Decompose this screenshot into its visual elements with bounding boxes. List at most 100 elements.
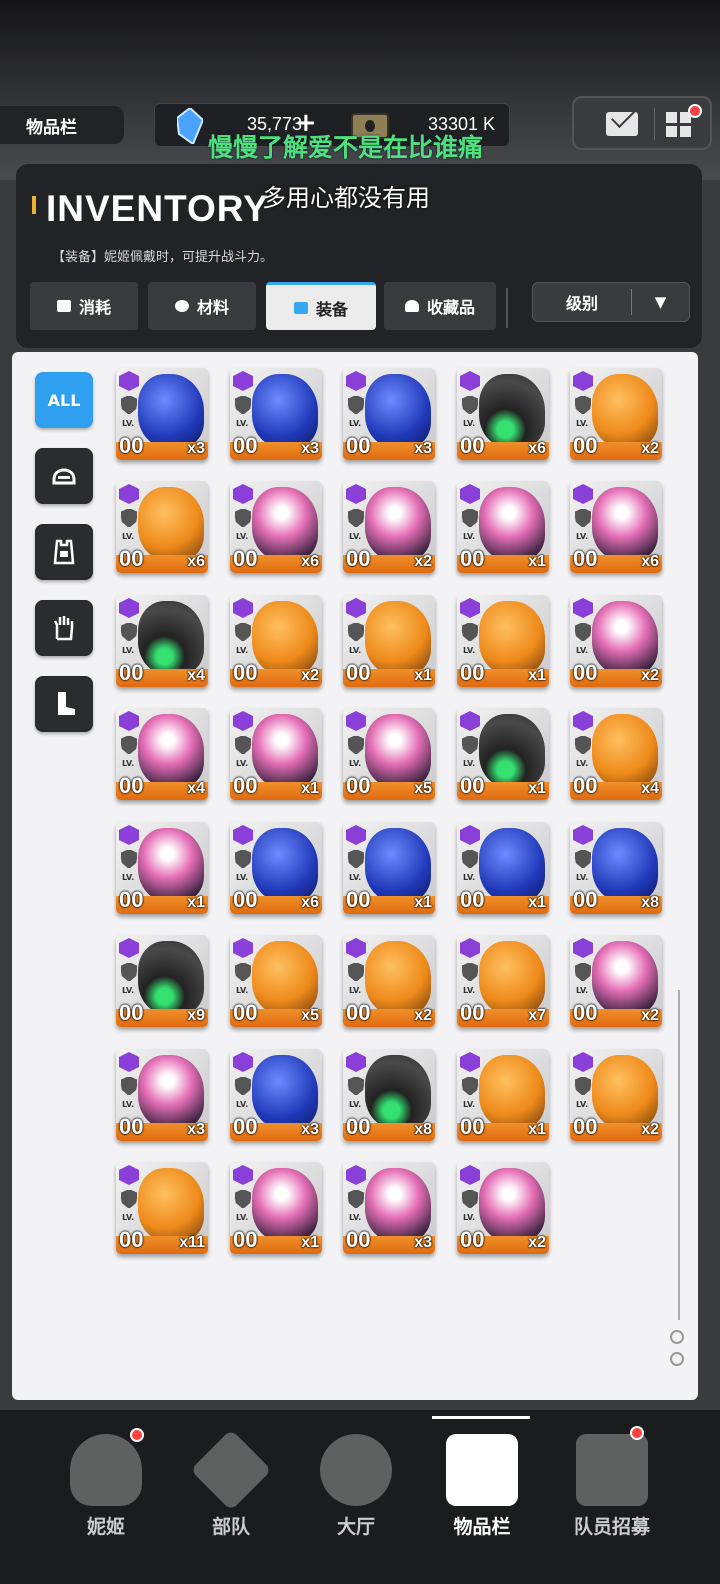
level-prefix: LV. — [576, 646, 589, 655]
equipment-item[interactable]: LV. 00 x2 — [230, 595, 322, 687]
nav-lobby[interactable]: 大厅 — [284, 1420, 428, 1560]
level-prefix: LV. — [236, 532, 249, 541]
level-prefix: LV. — [122, 1213, 135, 1222]
level-prefix: LV. — [236, 1213, 249, 1222]
item-level: 00 — [573, 773, 598, 798]
manufacturer-icon — [574, 962, 592, 982]
equipment-image — [252, 714, 318, 788]
mail-icon[interactable] — [606, 112, 638, 136]
recruit-icon — [576, 1434, 648, 1506]
sort-dropdown[interactable]: 级别 ▼ — [532, 282, 690, 322]
equipment-image — [365, 941, 431, 1015]
equipment-item[interactable]: LV. 00 x1 — [230, 708, 322, 800]
equipment-item[interactable]: LV. 00 x4 — [116, 708, 208, 800]
manufacturer-icon — [347, 849, 365, 869]
equipment-item[interactable]: LV. 00 x1 — [457, 708, 549, 800]
equipment-item[interactable]: LV. 00 x6 — [116, 481, 208, 573]
nav-inventory[interactable]: 物品栏 — [410, 1420, 554, 1560]
rarity-badge-icon — [233, 598, 253, 618]
tab-collection[interactable]: 收藏品 — [384, 282, 496, 330]
tab-material[interactable]: 材料 — [148, 282, 256, 330]
equipment-item[interactable]: LV. 00 x2 — [570, 935, 662, 1027]
notification-dot — [630, 1426, 644, 1440]
manufacturer-icon — [234, 1076, 252, 1096]
equipment-item[interactable]: LV. 00 x3 — [116, 1049, 208, 1141]
manufacturer-icon — [461, 1076, 479, 1096]
equipment-item[interactable]: LV. 00 x1 — [230, 1162, 322, 1254]
equipment-item[interactable]: LV. 00 x8 — [570, 822, 662, 914]
scrollbar[interactable] — [678, 990, 680, 1320]
filter-boot-button[interactable] — [35, 676, 93, 732]
equipment-image — [479, 1055, 545, 1129]
manufacturer-icon — [120, 849, 138, 869]
rarity-badge-icon — [346, 1165, 366, 1185]
item-level: 00 — [346, 1227, 371, 1252]
equipment-item[interactable]: LV. 00 x2 — [457, 1162, 549, 1254]
level-prefix: LV. — [122, 759, 135, 768]
equipment-item[interactable]: LV. 00 x9 — [116, 935, 208, 1027]
boot-icon — [58, 692, 75, 715]
scroll-handle-icon[interactable] — [670, 1352, 684, 1366]
equipment-item[interactable]: LV. 00 x7 — [457, 935, 549, 1027]
equipment-item[interactable]: LV. 00 x2 — [343, 481, 435, 573]
rarity-badge-icon — [460, 598, 480, 618]
nav-recruit[interactable]: 队员招募 — [540, 1420, 684, 1560]
equipment-item[interactable]: LV. 00 x2 — [570, 1049, 662, 1141]
item-quantity: x5 — [301, 1007, 319, 1024]
equipment-item[interactable]: LV. 00 x3 — [116, 368, 208, 460]
manufacturer-icon — [347, 1189, 365, 1209]
rarity-badge-icon — [573, 1052, 593, 1072]
filter-all-button[interactable]: ALL — [35, 372, 93, 428]
equipment-item[interactable]: LV. 00 x6 — [570, 481, 662, 573]
equipment-item[interactable]: LV. 00 x3 — [343, 1162, 435, 1254]
equipment-item[interactable]: LV. 00 x1 — [343, 595, 435, 687]
tab-consumable[interactable]: 消耗 — [30, 282, 138, 330]
equipment-item[interactable]: LV. 00 x4 — [570, 708, 662, 800]
tab-equipment[interactable]: 装备 — [266, 282, 376, 330]
equipment-item[interactable]: LV. 00 x1 — [457, 481, 549, 573]
manufacturer-icon — [347, 395, 365, 415]
equipment-item[interactable]: LV. 00 x3 — [230, 1049, 322, 1141]
equipment-item[interactable]: LV. 00 x1 — [116, 822, 208, 914]
equipment-item[interactable]: LV. 00 x3 — [230, 368, 322, 460]
equipment-item[interactable]: LV. 00 x2 — [570, 368, 662, 460]
menu-grid-icon[interactable] — [666, 112, 692, 138]
nav-nikke[interactable]: 妮姬 — [34, 1420, 178, 1560]
level-prefix: LV. — [463, 419, 476, 428]
equipment-item[interactable]: LV. 00 x2 — [570, 595, 662, 687]
item-quantity: x2 — [641, 1121, 659, 1138]
level-prefix: LV. — [236, 873, 249, 882]
nav-squad[interactable]: 部队 — [159, 1420, 303, 1560]
filter-helmet-button[interactable] — [35, 448, 93, 504]
equipment-image — [252, 828, 318, 902]
equipment-item[interactable]: LV. 00 x6 — [457, 368, 549, 460]
rarity-badge-icon — [460, 1052, 480, 1072]
equipment-item[interactable]: LV. 00 x5 — [230, 935, 322, 1027]
filter-glove-button[interactable] — [35, 600, 93, 656]
equipment-item[interactable]: LV. 00 x6 — [230, 822, 322, 914]
level-prefix: LV. — [122, 873, 135, 882]
equipment-item[interactable]: LV. 00 x1 — [343, 822, 435, 914]
equipment-item[interactable]: LV. 00 x8 — [343, 1049, 435, 1141]
rarity-badge-icon — [233, 825, 253, 845]
equipment-item[interactable]: LV. 00 x5 — [343, 708, 435, 800]
equipment-item[interactable]: LV. 00 x6 — [230, 481, 322, 573]
item-quantity: x6 — [301, 894, 319, 911]
level-prefix: LV. — [236, 759, 249, 768]
manufacturer-icon — [574, 508, 592, 528]
item-level: 00 — [460, 773, 485, 798]
item-level: 00 — [119, 660, 144, 685]
filter-armor-button[interactable] — [35, 524, 93, 580]
item-quantity: x2 — [414, 553, 432, 570]
equipment-item[interactable]: LV. 00 x1 — [457, 595, 549, 687]
equipment-item[interactable]: LV. 00 x3 — [343, 368, 435, 460]
equipment-item[interactable]: LV. 00 x2 — [343, 935, 435, 1027]
equipment-item[interactable]: LV. 00 x1 — [457, 822, 549, 914]
equipment-item[interactable]: LV. 00 x1 — [457, 1049, 549, 1141]
level-prefix: LV. — [236, 986, 249, 995]
top-right-buttons — [572, 96, 712, 150]
scroll-handle-icon[interactable] — [670, 1330, 684, 1344]
equipment-item[interactable]: LV. 00 x4 — [116, 595, 208, 687]
item-level: 00 — [233, 773, 258, 798]
equipment-item[interactable]: LV. 00 x11 — [116, 1162, 208, 1254]
